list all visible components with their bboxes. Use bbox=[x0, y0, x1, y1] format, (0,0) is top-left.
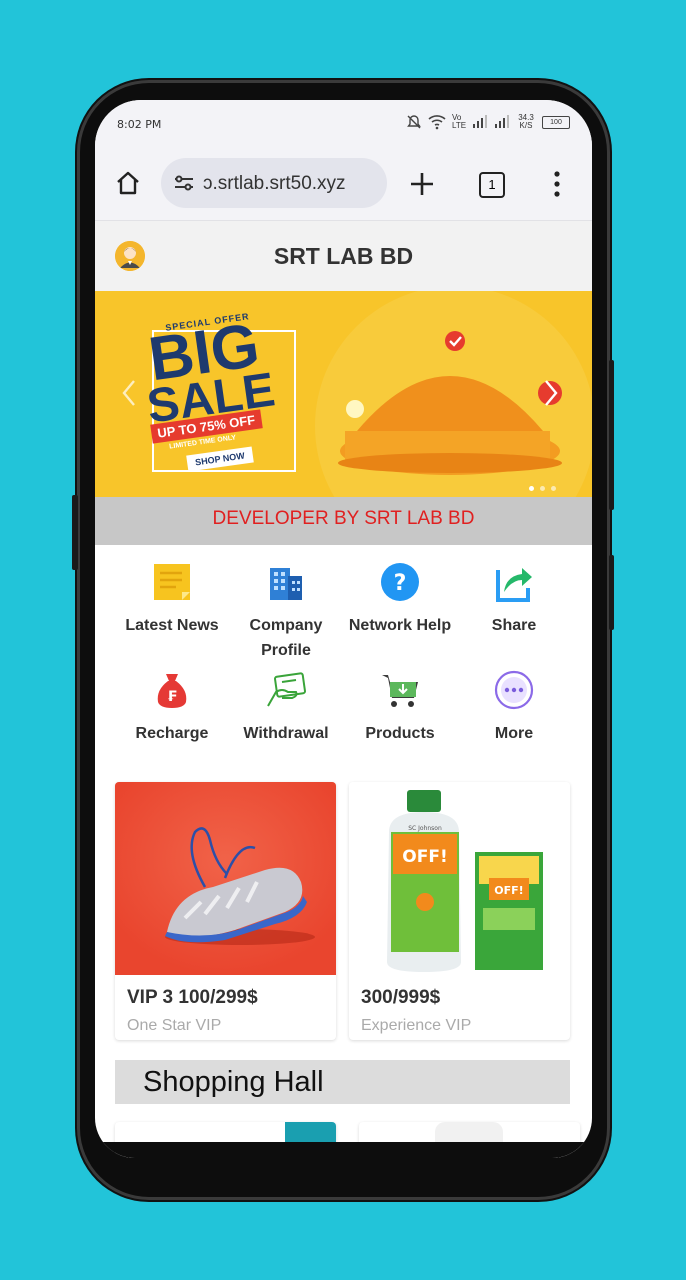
menu-network-help[interactable]: ? Network Help bbox=[343, 562, 457, 638]
overflow-menu-icon[interactable] bbox=[553, 170, 561, 198]
volume-button bbox=[72, 495, 78, 570]
signal-icon bbox=[473, 115, 487, 128]
repellent-image: OFF! SC Johnson OFF! bbox=[349, 782, 570, 975]
app-header: SRT LAB BD bbox=[95, 221, 592, 291]
home-icon[interactable] bbox=[115, 170, 141, 196]
status-bar: 8:02 PM Vo LTE 34.3 K/S 100 bbox=[95, 100, 592, 150]
shoe-image bbox=[115, 782, 336, 975]
maker-text: SC Johnson bbox=[408, 825, 442, 832]
card-icon bbox=[267, 672, 306, 707]
svg-text:OFF!: OFF! bbox=[494, 884, 523, 897]
menu-label: Withdrawal bbox=[243, 725, 329, 742]
power-button bbox=[609, 360, 614, 510]
menu-label: Recharge bbox=[135, 725, 209, 742]
screen-bottom-edge bbox=[95, 1142, 592, 1158]
more-icon bbox=[494, 670, 534, 710]
menu-products[interactable]: Products bbox=[343, 670, 457, 746]
menu-label: Share bbox=[491, 617, 537, 634]
battery-level: 100 bbox=[550, 118, 562, 126]
tab-switcher-button[interactable]: 1 bbox=[479, 172, 505, 198]
side-button bbox=[609, 555, 614, 630]
banner-prev-icon[interactable] bbox=[121, 379, 137, 407]
banner-dots bbox=[529, 486, 556, 491]
phone-screen: 8:02 PM Vo LTE 34.3 K/S 100 ɔ.srtlab.srt… bbox=[95, 100, 592, 1158]
building-icon bbox=[270, 568, 302, 600]
menu-label: More bbox=[494, 725, 534, 742]
menu-label: Latest News bbox=[125, 617, 219, 634]
volte-label: Vo LTE bbox=[452, 113, 467, 130]
promo-banner[interactable]: SPECIAL OFFER BIG SALE UP TO 75% OFF LIM… bbox=[95, 291, 592, 497]
product-card[interactable]: VIP 3 100/299$ One Star VIP bbox=[115, 782, 336, 1040]
menu-more[interactable]: More bbox=[457, 670, 571, 746]
svg-text:?: ? bbox=[394, 571, 407, 596]
status-time: 8:02 PM bbox=[117, 118, 162, 131]
menu-withdrawal[interactable]: Withdrawal bbox=[229, 670, 343, 746]
brand-off-text: OFF! bbox=[402, 847, 447, 867]
menu-share[interactable]: Share bbox=[457, 562, 571, 638]
marquee-text: DEVELOPER BY SRT LAB BD bbox=[95, 497, 592, 545]
menu-latest-news[interactable]: Latest News bbox=[115, 562, 229, 638]
product-price: 300/999$ bbox=[361, 987, 441, 1008]
product-card[interactable]: OFF! SC Johnson OFF! 300/999$ Experience… bbox=[349, 782, 570, 1040]
section-header: Shopping Hall bbox=[115, 1060, 570, 1104]
news-icon bbox=[154, 564, 190, 600]
site-settings-icon[interactable] bbox=[173, 175, 195, 191]
menu-company-profile[interactable]: Company Profile bbox=[229, 562, 343, 663]
product-price: VIP 3 100/299$ bbox=[127, 987, 258, 1008]
tab-count: 1 bbox=[488, 177, 496, 192]
help-icon: ? bbox=[381, 563, 419, 601]
wifi-icon bbox=[428, 115, 446, 130]
product-tier: One Star VIP bbox=[127, 1017, 222, 1034]
status-icons: Vo LTE 34.3 K/S 100 bbox=[406, 114, 570, 130]
mute-icon bbox=[407, 115, 421, 129]
money-bag-icon: ₣ bbox=[157, 674, 187, 708]
url-text[interactable]: ɔ.srtlab.srt50.xyz bbox=[203, 173, 383, 195]
page-title: SRT LAB BD bbox=[273, 243, 414, 269]
new-tab-icon[interactable] bbox=[409, 171, 435, 197]
product-tier: Experience VIP bbox=[361, 1017, 472, 1034]
battery-icon: 100 bbox=[542, 115, 570, 129]
menu-label: Products bbox=[365, 725, 435, 742]
network-speed: 34.3 K/S bbox=[518, 113, 534, 130]
section-title: Shopping Hall bbox=[143, 1066, 324, 1098]
menu-label: Network Help bbox=[348, 617, 452, 634]
banner-next-icon[interactable] bbox=[543, 379, 559, 407]
menu-label: Company Profile bbox=[249, 617, 323, 659]
signal-2-icon bbox=[495, 115, 509, 128]
browser-toolbar: ɔ.srtlab.srt50.xyz 1 bbox=[95, 150, 592, 221]
cart-icon bbox=[382, 675, 418, 707]
share-icon bbox=[496, 568, 532, 602]
address-bar[interactable]: ɔ.srtlab.srt50.xyz bbox=[161, 158, 387, 208]
svg-text:₣: ₣ bbox=[167, 689, 177, 705]
menu-recharge[interactable]: ₣ Recharge bbox=[115, 670, 229, 746]
